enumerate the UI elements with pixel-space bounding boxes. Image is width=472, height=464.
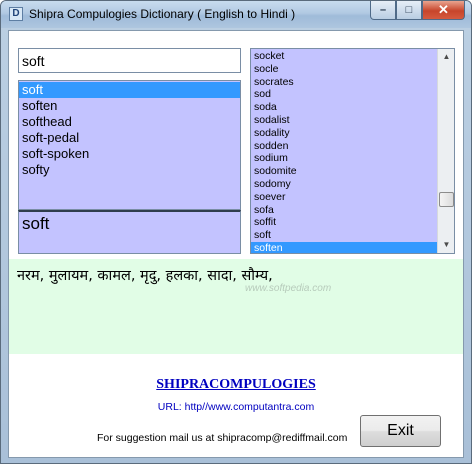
- word-list-item[interactable]: softy: [19, 162, 240, 178]
- alphabetical-list-item[interactable]: soever: [251, 191, 439, 204]
- alphabetical-list-item[interactable]: soffit: [251, 216, 439, 229]
- close-button[interactable]: ✕: [422, 1, 465, 20]
- scroll-up-arrow-icon[interactable]: ▲: [439, 49, 454, 65]
- word-list-item[interactable]: soft: [19, 82, 240, 98]
- alphabetical-list-item[interactable]: sofa: [251, 204, 439, 217]
- maximize-button[interactable]: □: [396, 1, 422, 20]
- minimize-icon: –: [379, 4, 387, 16]
- alphabetical-list-item[interactable]: sodalist: [251, 114, 439, 127]
- hindi-meaning-panel: नरम, मुलायम, कामल, मृदु, हलका, सादा, सौम…: [9, 259, 463, 354]
- word-list-item[interactable]: soft-spoken: [19, 146, 240, 162]
- matching-words-list[interactable]: soft soften softhead soft-pedal soft-spoken s…: [18, 80, 241, 210]
- app-window: D Shipra Compulogies Dictionary ( Englis…: [0, 0, 472, 464]
- caption-buttons: – □ ✕: [370, 1, 465, 21]
- alphabetical-items: socket socle socrates sod soda sodalist sodali…: [251, 50, 439, 253]
- alphabetical-list-item[interactable]: socket: [251, 50, 439, 63]
- minimize-button[interactable]: –: [370, 1, 396, 20]
- alphabetical-list-item[interactable]: soda: [251, 101, 439, 114]
- word-list-item[interactable]: softhead: [19, 114, 240, 130]
- close-icon: ✕: [438, 2, 449, 17]
- alphabetical-list-item[interactable]: sod: [251, 88, 439, 101]
- word-list-scrollbar[interactable]: ▲ ▼: [437, 49, 454, 253]
- word-list-item[interactable]: soft-pedal: [19, 130, 240, 146]
- maximize-icon: □: [405, 4, 413, 16]
- brand-link[interactable]: SHIPRACOMPULOGIES: [9, 377, 463, 393]
- hindi-meaning-text: नरम, मुलायम, कामल, मृदु, हलका, सादा, सौम…: [17, 268, 273, 284]
- alphabetical-list-item[interactable]: sodomy: [251, 178, 439, 191]
- url-text: URL: http//www.computantra.com: [157, 401, 315, 413]
- suggestion-text: For suggestion mail us at shipracomp@red…: [97, 432, 348, 444]
- alphabetical-list-item[interactable]: soft: [251, 229, 439, 242]
- scroll-thumb[interactable]: [439, 192, 454, 207]
- word-list-item[interactable]: soften: [19, 98, 240, 114]
- client-area: softsoftensoftheadsoft-pedalsoft-spokens…: [8, 30, 464, 458]
- alphabetical-list-item[interactable]: socrates: [251, 76, 439, 89]
- window-title: Shipra Compulogies Dictionary ( English …: [29, 7, 296, 21]
- title-bar[interactable]: D Shipra Compulogies Dictionary ( Englis…: [1, 1, 471, 28]
- search-input[interactable]: [18, 48, 241, 73]
- exit-button[interactable]: Exit: [360, 415, 441, 447]
- watermark: www.softpedia.com: [245, 283, 332, 294]
- selected-word-display: soft: [18, 210, 241, 254]
- scroll-down-arrow-icon[interactable]: ▼: [439, 237, 454, 253]
- app-book-icon[interactable]: D: [9, 7, 23, 21]
- alphabetical-list-item[interactable]: sodomite: [251, 165, 439, 178]
- alphabetical-list-item[interactable]: sodality: [251, 127, 439, 140]
- alphabetical-list-item[interactable]: sodium: [251, 152, 439, 165]
- alphabetical-list-item[interactable]: sodden: [251, 140, 439, 153]
- alphabetical-list-item[interactable]: soften: [251, 241, 439, 253]
- alphabetical-list-item[interactable]: socle: [251, 63, 439, 76]
- alphabetical-word-list[interactable]: socket socle socrates sod soda sodalist sodali…: [250, 48, 455, 254]
